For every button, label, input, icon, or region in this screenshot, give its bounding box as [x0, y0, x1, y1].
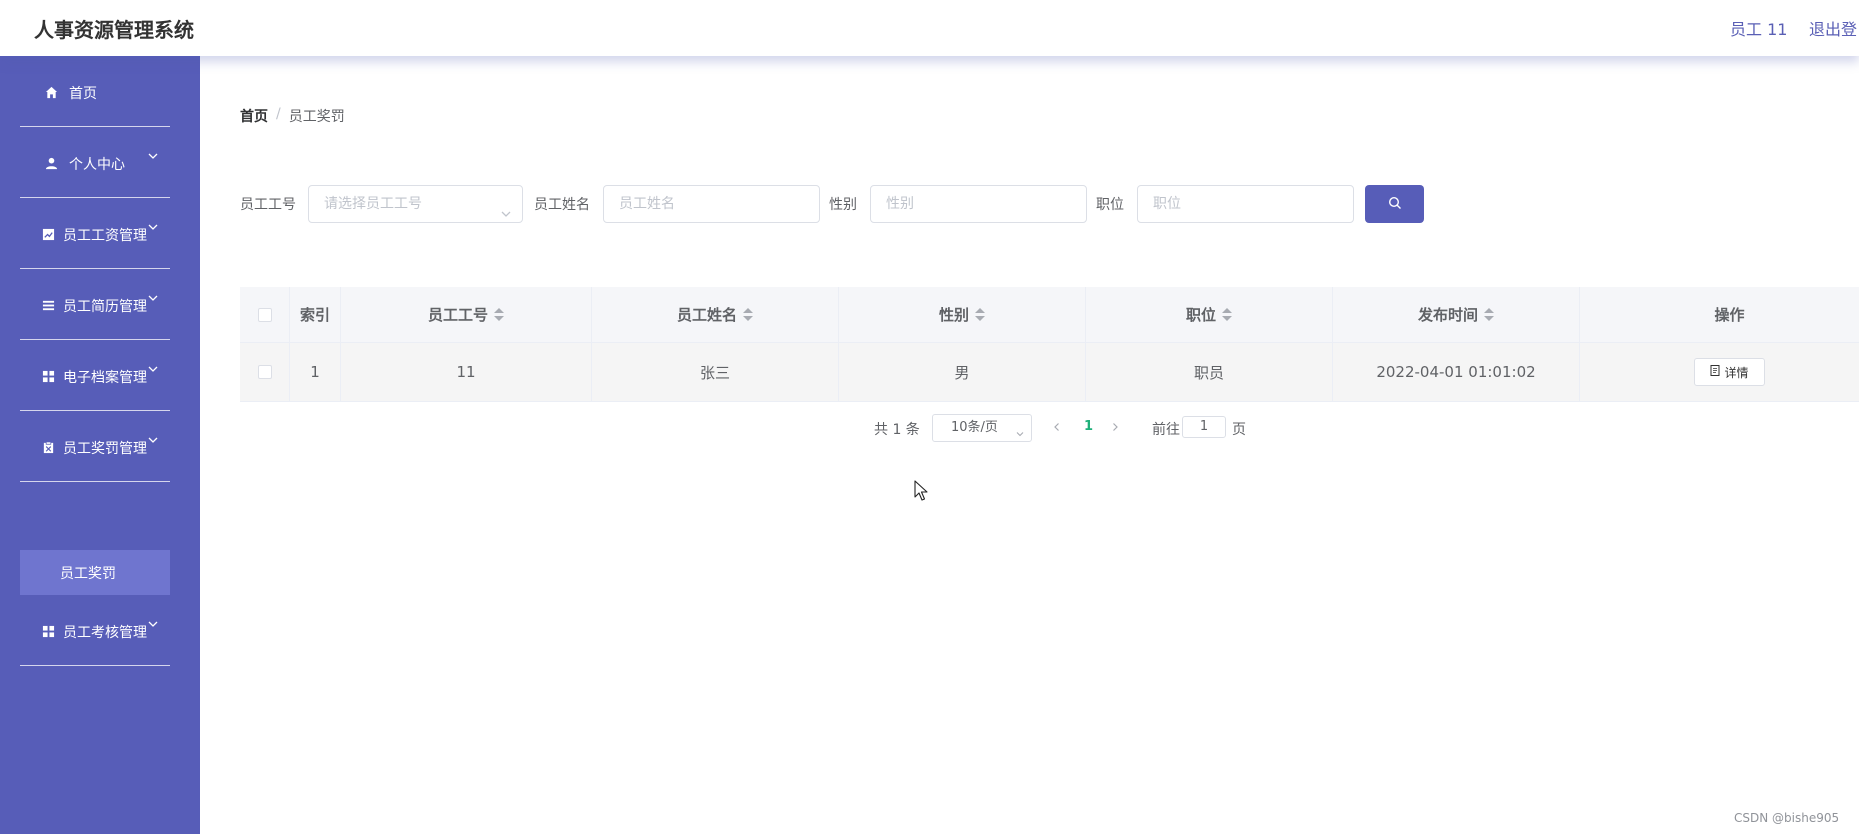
header-position[interactable]: 职位 [1086, 287, 1333, 342]
sidebar-item-label: 员工奖罚管理 [63, 441, 147, 457]
position-input[interactable]: 职位 [1137, 185, 1354, 223]
table-header-row: 索引 员工工号 员工姓名 性别 职位 发布时间 操作 [240, 287, 1859, 343]
cell-employee-name: 张三 [592, 343, 839, 401]
employee-name-placeholder: 员工姓名 [619, 196, 675, 212]
header-actions: 操作 [1580, 287, 1859, 342]
sort-icon[interactable] [743, 307, 753, 322]
chevron-down-icon [147, 150, 161, 164]
sidebar-item-label: 个人中心 [69, 157, 125, 173]
grid-icon [41, 624, 55, 638]
employee-no-label: 员工工号 [240, 197, 296, 213]
table-row: 1 11 张三 男 职员 2022-04-01 01:01:02 详情 [240, 343, 1859, 402]
sort-icon[interactable] [1484, 307, 1494, 322]
chevron-down-icon [147, 221, 161, 235]
page-size-select[interactable]: 10条/页 [932, 414, 1032, 442]
employee-name-input[interactable]: 员工姓名 [603, 185, 820, 223]
logout-link[interactable]: 退出登 [1809, 16, 1857, 40]
home-icon [44, 85, 58, 99]
top-header: 人事资源管理系统 员工 11 退出登 [0, 0, 1859, 56]
chevron-down-icon [147, 434, 161, 448]
breadcrumb-current: 员工奖罚 [288, 109, 345, 125]
detail-button[interactable]: 详情 [1694, 358, 1765, 386]
sidebar-item-home[interactable]: 首页 [20, 56, 170, 127]
sidebar: 首页 个人中心 员工工资管理 员工简历管理 电子档案管理 员工奖罚管理 员工奖罚… [0, 56, 200, 834]
header-publish-time[interactable]: 发布时间 [1333, 287, 1580, 342]
header-employee-no[interactable]: 员工工号 [341, 287, 592, 342]
sidebar-item-label: 员工工资管理 [63, 228, 147, 244]
document-icon [1710, 365, 1720, 379]
header-gender[interactable]: 性别 [839, 287, 1086, 342]
header-employee-name-label: 员工姓名 [676, 306, 737, 324]
pagination-total: 共 1 条 [874, 422, 920, 438]
chevron-down-icon [147, 292, 161, 306]
chevron-down-icon [147, 363, 161, 377]
breadcrumb-home[interactable]: 首页 [240, 106, 268, 126]
chevron-down-icon [1015, 423, 1025, 437]
search-button[interactable] [1365, 185, 1424, 223]
sidebar-item-rewards[interactable]: 员工奖罚管理 [20, 411, 170, 482]
header-index-label: 索引 [299, 306, 330, 324]
grid-icon [41, 369, 55, 383]
position-label: 职位 [1096, 197, 1124, 213]
position-placeholder: 职位 [1153, 196, 1181, 212]
header-employee-name[interactable]: 员工姓名 [592, 287, 839, 342]
prev-page-icon[interactable] [1051, 421, 1063, 433]
sidebar-item-personal-center[interactable]: 个人中心 [20, 127, 170, 198]
clipboard-icon [41, 440, 55, 454]
detail-button-label: 详情 [1724, 365, 1749, 380]
sidebar-item-resume[interactable]: 员工简历管理 [20, 269, 170, 340]
cell-index: 1 [290, 343, 341, 401]
gender-label: 性别 [829, 197, 857, 213]
user-icon [44, 156, 58, 170]
employee-name-label: 员工姓名 [534, 197, 590, 213]
sidebar-item-label: 员工考核管理 [63, 625, 147, 641]
search-icon [1388, 195, 1402, 214]
page-suffix-label: 页 [1232, 422, 1246, 438]
current-user-label[interactable]: 员工 11 [1730, 16, 1787, 40]
sidebar-item-label: 电子档案管理 [63, 370, 147, 386]
sort-icon[interactable] [494, 307, 504, 322]
mouse-cursor-icon [914, 480, 928, 502]
page-number-current[interactable]: 1 [1084, 419, 1093, 434]
next-page-icon[interactable] [1109, 421, 1121, 433]
gender-input[interactable]: 性别 [870, 185, 1087, 223]
header-position-label: 职位 [1185, 306, 1216, 324]
header-actions-label: 操作 [1714, 306, 1745, 324]
sidebar-item-label: 首页 [69, 86, 97, 102]
breadcrumb: 首页 / 员工奖罚 [240, 106, 345, 126]
employee-no-select[interactable]: 请选择员工工号 [308, 185, 523, 223]
header-select-all [240, 287, 290, 342]
gender-placeholder: 性别 [886, 196, 914, 212]
chart-icon [41, 227, 55, 241]
sort-icon[interactable] [975, 307, 985, 322]
sort-icon[interactable] [1222, 307, 1232, 322]
sidebar-item-label: 员工简历管理 [63, 299, 147, 315]
header-gender-label: 性别 [938, 306, 969, 324]
cell-publish-time: 2022-04-01 01:01:02 [1333, 343, 1580, 401]
header-employee-no-label: 员工工号 [427, 306, 488, 324]
page-size-value: 10条/页 [951, 420, 998, 435]
cell-gender: 男 [839, 343, 1086, 401]
goto-label: 前往 [1152, 422, 1180, 438]
employee-no-placeholder: 请选择员工工号 [324, 196, 422, 212]
sidebar-subitem-rewards[interactable]: 员工奖罚 [20, 550, 170, 595]
sidebar-item-assessment[interactable]: 员工考核管理 [20, 595, 170, 666]
cell-employee-no: 11 [341, 343, 592, 401]
app-title: 人事资源管理系统 [34, 18, 194, 42]
cell-actions: 详情 [1580, 343, 1859, 401]
header-index: 索引 [290, 287, 341, 342]
breadcrumb-separator: / [276, 106, 281, 122]
goto-page-input[interactable]: 1 [1182, 416, 1226, 438]
row-checkbox[interactable] [257, 365, 272, 379]
list-icon [41, 298, 55, 312]
chevron-down-icon [500, 198, 512, 217]
header-publish-time-label: 发布时间 [1417, 306, 1478, 324]
sidebar-item-archive[interactable]: 电子档案管理 [20, 340, 170, 411]
row-select-cell [240, 343, 290, 401]
sidebar-item-salary[interactable]: 员工工资管理 [20, 198, 170, 269]
chevron-down-icon [147, 618, 161, 632]
select-all-checkbox[interactable] [257, 307, 272, 322]
watermark: CSDN @bishe905 [1734, 811, 1840, 825]
cell-position: 职员 [1086, 343, 1333, 401]
